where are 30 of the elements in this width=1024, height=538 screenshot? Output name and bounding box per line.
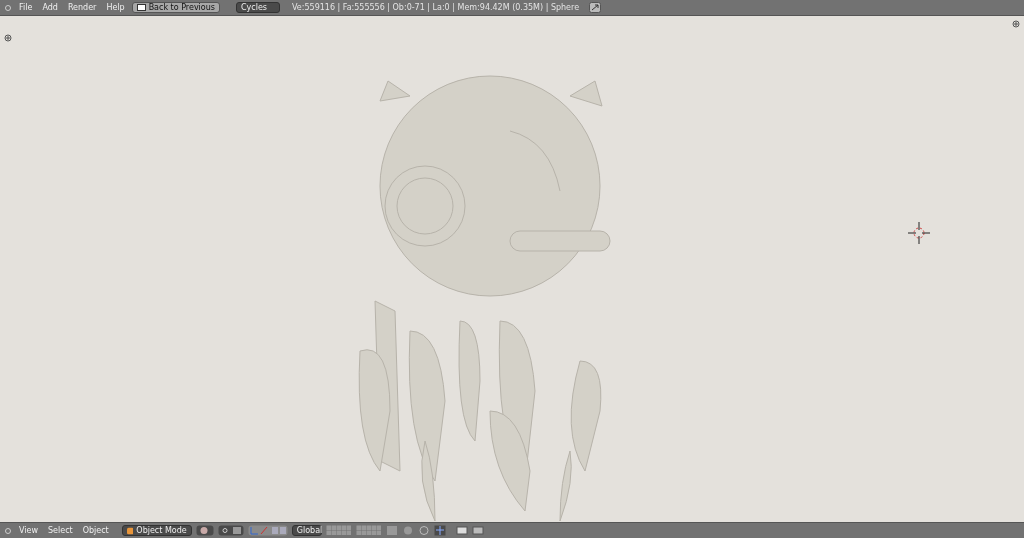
render-engine-dropdown[interactable]: Cycles	[236, 2, 280, 13]
orientation-dropdown[interactable]: Global	[291, 525, 322, 536]
cube-icon	[126, 526, 134, 535]
mode-dropdown[interactable]: Object Mode	[121, 525, 192, 536]
snap-icon[interactable]	[417, 525, 430, 536]
menu-item[interactable]: Select	[45, 526, 76, 535]
render-animation-icon[interactable]	[471, 525, 484, 536]
scene-stats: Ve:559116 | Fa:555556 | Ob:0-71 | La:0 | Mem:94.42M (0.35M) | Sphere	[292, 3, 580, 12]
manipulator-icons[interactable]	[247, 525, 288, 536]
snap-element-icon[interactable]	[433, 525, 446, 536]
render-icon[interactable]	[455, 525, 468, 536]
menu-item[interactable]: View	[16, 526, 41, 535]
3d-cursor-icon	[908, 222, 930, 244]
screen-icon	[136, 4, 146, 11]
corner-widget-icon[interactable]	[4, 34, 12, 42]
menu-item[interactable]: File	[16, 3, 36, 12]
layers-icon[interactable]	[385, 525, 398, 536]
menu-item[interactable]: Add	[39, 3, 61, 12]
menu-item[interactable]: Object	[79, 526, 112, 535]
layer-grid-icon[interactable]	[325, 525, 352, 536]
corner-widget-icon[interactable]	[1012, 20, 1020, 28]
grip-icon[interactable]	[4, 3, 12, 12]
menu-item[interactable]: Render	[64, 3, 100, 12]
back-to-previous-button[interactable]: Back to Previous	[131, 2, 220, 13]
proportional-edit-icon[interactable]	[401, 525, 414, 536]
fullscreen-icon[interactable]	[589, 2, 602, 13]
layer-grid-icon[interactable]	[355, 525, 382, 536]
menu-item[interactable]: Help	[103, 3, 128, 12]
pivot-icons[interactable]	[217, 525, 244, 536]
grip-icon[interactable]	[4, 526, 12, 535]
